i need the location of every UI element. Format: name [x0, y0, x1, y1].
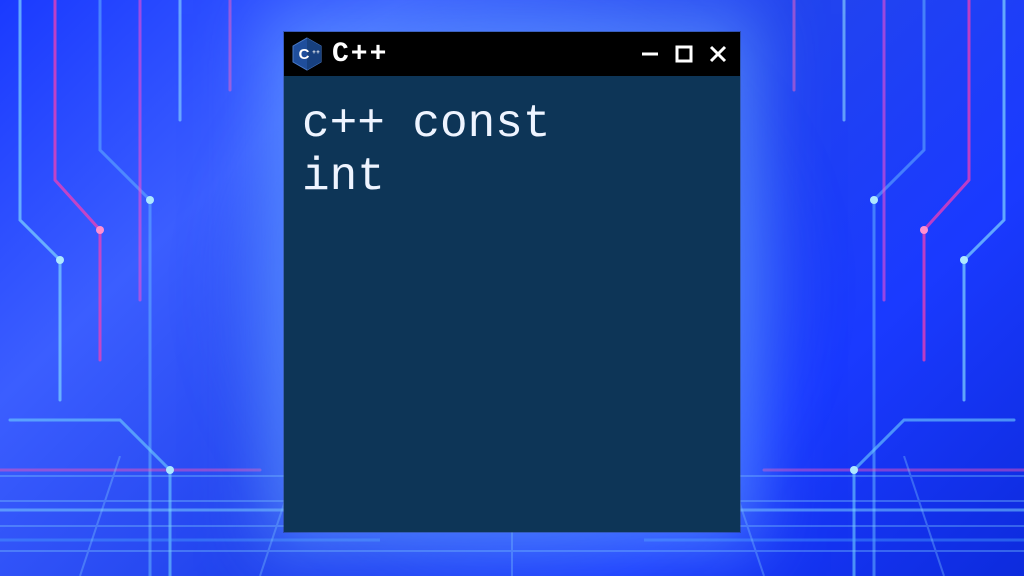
editor-content[interactable]: c++ const int	[284, 76, 740, 226]
app-window: C + + C++	[284, 32, 740, 532]
close-button[interactable]	[706, 42, 730, 66]
maximize-button[interactable]	[672, 42, 696, 66]
cpp-logo-icon: C + +	[292, 37, 322, 71]
titlebar[interactable]: C + + C++	[284, 32, 740, 76]
window-controls	[638, 42, 730, 66]
window-title: C++	[332, 39, 388, 70]
svg-text:C: C	[299, 46, 310, 63]
svg-text:+: +	[316, 50, 320, 56]
minimize-button[interactable]	[638, 42, 662, 66]
